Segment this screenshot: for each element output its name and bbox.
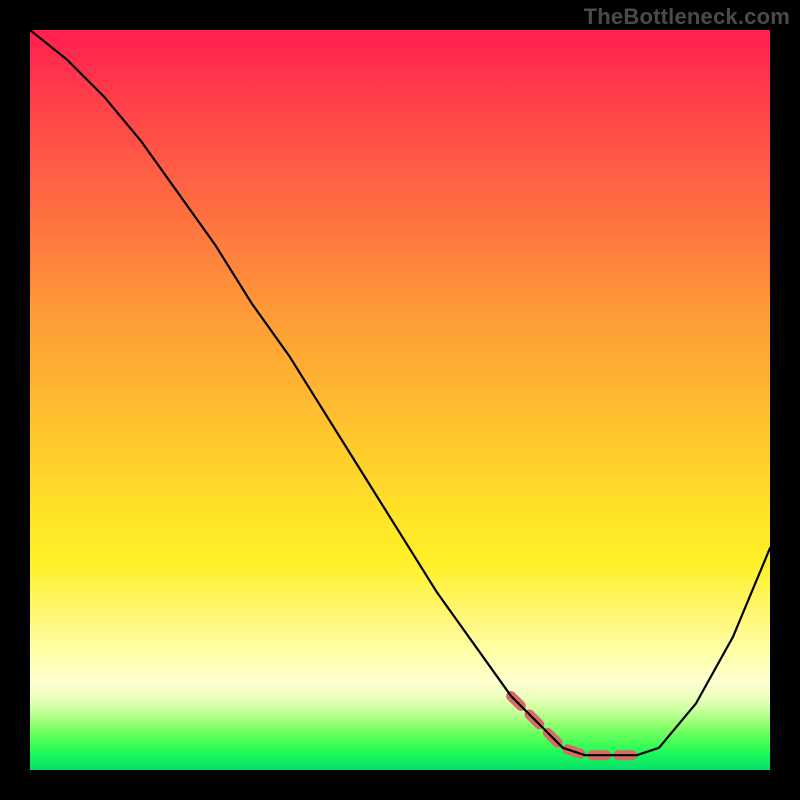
plot-area	[30, 30, 770, 770]
curve-svg	[30, 30, 770, 770]
curve-layer	[30, 30, 770, 770]
watermark-text: TheBottleneck.com	[584, 4, 790, 30]
optimal-region-accent	[511, 696, 637, 755]
chart-frame: TheBottleneck.com	[0, 0, 800, 800]
bottleneck-curve	[30, 30, 770, 755]
